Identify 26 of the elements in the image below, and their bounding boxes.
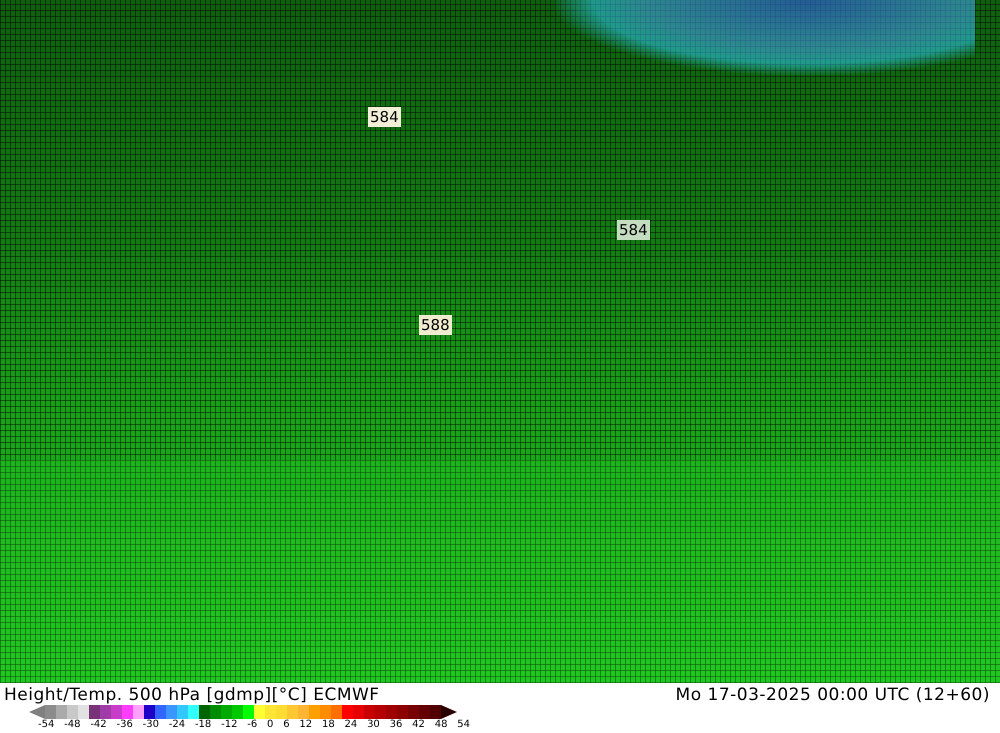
scale-tick-label: -48	[64, 719, 80, 731]
scale-tick-label: -54	[38, 719, 54, 731]
scale-tick-label: -42	[90, 719, 107, 731]
scale-tick-label: -36	[116, 719, 133, 731]
map-title: Height/Temp. 500 hPa [gdmp][°C] ECMWF	[4, 685, 380, 705]
scale-tick-label: 24	[344, 719, 358, 731]
scale-tick-label: 18	[322, 719, 335, 731]
scale-tick-label: 36	[390, 719, 402, 731]
scale-tick-label: -30	[142, 719, 159, 731]
scale-tick-label: -24	[168, 719, 186, 731]
scale-tick-label: -6	[247, 719, 258, 731]
contour-label: 588	[419, 315, 452, 335]
scale-tick-label: 12	[299, 719, 312, 731]
scale-tick-label: 42	[412, 719, 425, 731]
contour-label: 584	[368, 107, 401, 127]
scale-tick-label: -18	[194, 719, 212, 731]
scale-tick-label: 48	[434, 719, 448, 731]
scale-tick-label: 30	[367, 719, 380, 731]
scale-tick-label: 6	[283, 719, 290, 731]
contour-label: 584	[617, 220, 650, 240]
scale-tick-label: 54	[457, 719, 470, 731]
scale-tick-label: -12	[221, 719, 238, 731]
upper-arrow-icon	[441, 705, 457, 719]
scale-tick-label: 0	[267, 719, 274, 731]
valid-time: Mo 17-03-2025 00:00 UTC (12+60)	[676, 685, 990, 705]
lower-arrow-icon	[29, 705, 45, 719]
